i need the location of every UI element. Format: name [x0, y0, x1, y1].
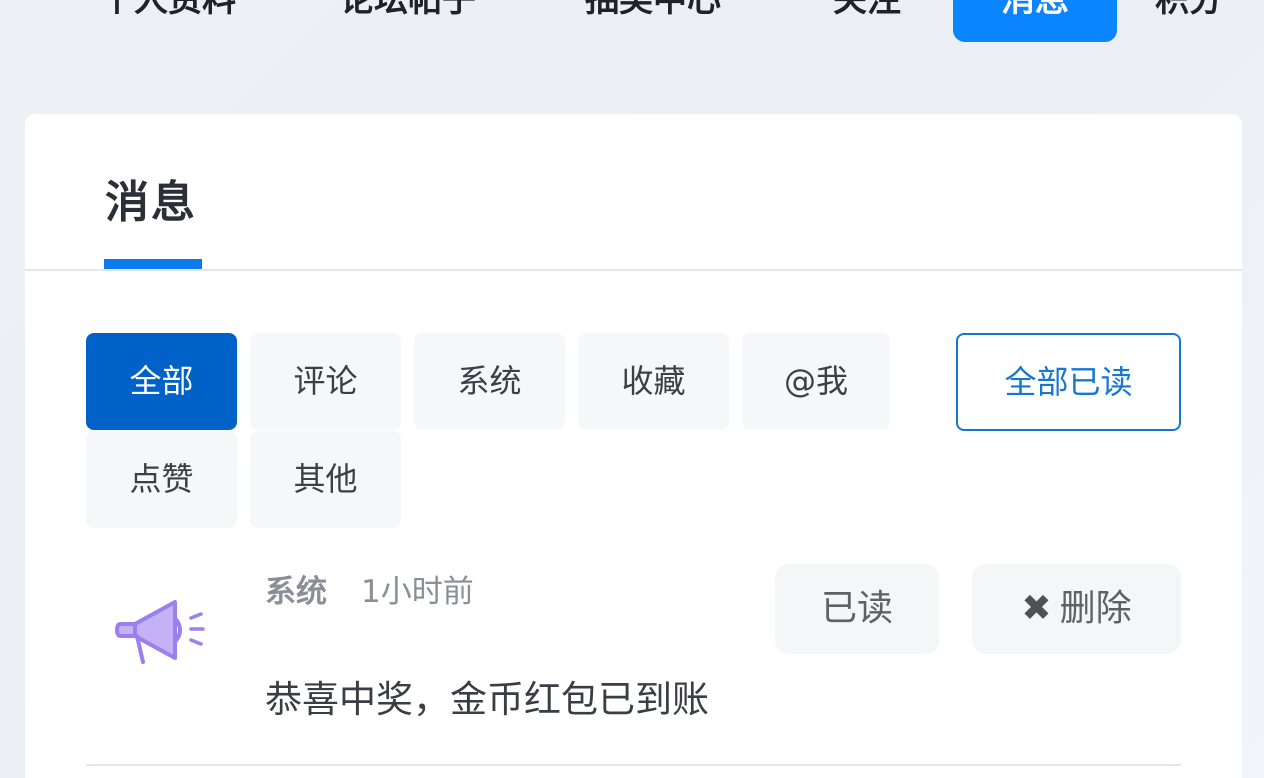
message-source: 系统: [265, 574, 327, 610]
top-nav: 个人资料 论坛帖子 抽奖中心 关注 消息 积分: [0, 0, 1264, 42]
nav-item-messages[interactable]: 消息: [953, 0, 1117, 42]
nav-item-forum-posts[interactable]: 论坛帖子: [340, 0, 476, 42]
delete-label: 删除: [1059, 588, 1132, 629]
nav-item-profile[interactable]: 个人资料: [100, 0, 236, 42]
filter-likes[interactable]: 点赞: [86, 431, 237, 528]
message-body: 恭喜中奖，金币红包已到账: [265, 678, 709, 721]
close-icon: ✖: [1021, 588, 1052, 629]
filter-mentions[interactable]: @我: [742, 333, 890, 430]
filter-system[interactable]: 系统: [414, 333, 565, 430]
tab-divider: [25, 269, 1242, 271]
filter-comments[interactable]: 评论: [250, 333, 401, 430]
mark-read-button[interactable]: 已读: [775, 564, 939, 654]
tab-messages[interactable]: 消息: [105, 166, 197, 230]
nav-item-follow[interactable]: 关注: [833, 0, 901, 42]
message-time: 1小时前: [361, 574, 474, 610]
nav-item-points[interactable]: 积分: [1155, 0, 1223, 42]
filter-favorites[interactable]: 收藏: [578, 333, 729, 430]
message-divider: [86, 764, 1181, 766]
delete-button[interactable]: ✖ 删除: [972, 564, 1181, 654]
nav-item-lottery[interactable]: 抽奖中心: [585, 0, 721, 42]
filter-other[interactable]: 其他: [250, 431, 401, 528]
messages-card: 消息 全部 评论 系统 收藏 @我 点赞 其他 全部已读 系统 1小时前 恭喜中…: [25, 114, 1242, 778]
megaphone-icon: [113, 596, 207, 666]
mark-all-read-button[interactable]: 全部已读: [956, 333, 1181, 431]
filter-all[interactable]: 全部: [86, 333, 237, 430]
